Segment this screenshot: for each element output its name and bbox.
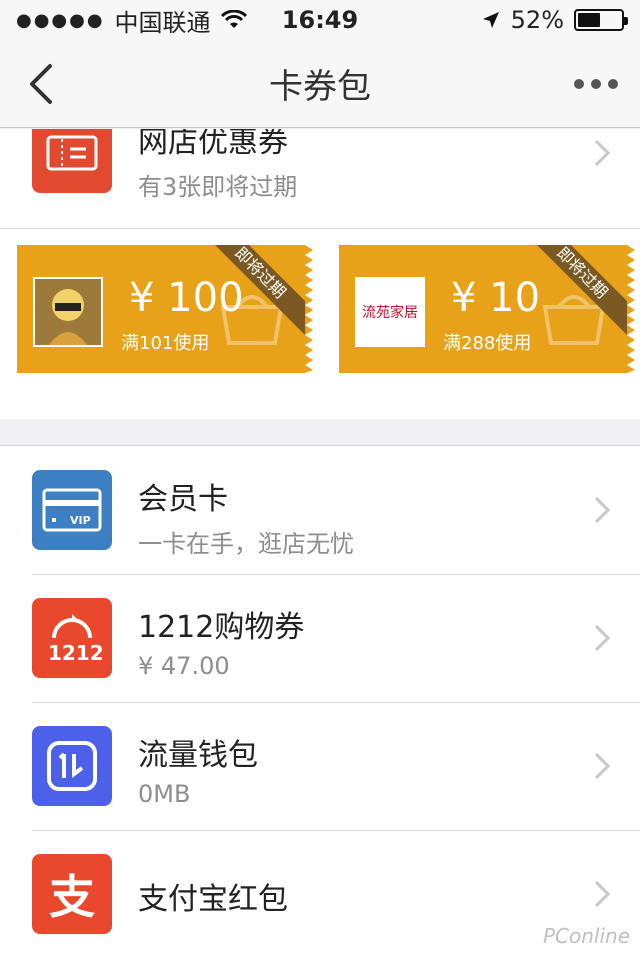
- shop-coupons-section: 网店优惠券 有3张即将过期 ¥ 100 满101使用 即将过期 流苑家居 ¥ 1…: [0, 129, 640, 419]
- expiring-ribbon: 即将过期: [215, 245, 305, 335]
- coupon-amount: ¥ 10: [451, 275, 541, 321]
- list-item-title: 支付宝红包: [138, 882, 288, 917]
- divider: [0, 228, 640, 229]
- wifi-icon: [220, 10, 247, 28]
- signal-icon: ●●●●●: [16, 9, 105, 31]
- svg-text:VIP: VIP: [70, 514, 91, 527]
- more-icon[interactable]: [574, 72, 618, 96]
- list-item-subtitle: 0MB: [138, 780, 191, 808]
- status-bar: ●●●●● 中国联通 16:49 52%: [0, 0, 640, 40]
- coupon-edge: [305, 245, 313, 373]
- list-item-title: 流量钱包: [138, 738, 258, 773]
- watermark: PConline: [542, 924, 630, 948]
- shop-coupons-row[interactable]: 网店优惠券 有3张即将过期: [0, 129, 640, 217]
- location-arrow-icon: [482, 12, 499, 28]
- wallet-list: VIP 会员卡 一卡在手，逛店无忧 1212 1212购物券 ¥ 47.00 流…: [0, 445, 640, 960]
- list-item-data-wallet[interactable]: 流量钱包 0MB: [0, 702, 640, 830]
- list-item-subtitle: 一卡在手，逛店无忧: [138, 530, 354, 558]
- coupon-card-2[interactable]: 流苑家居 ¥ 10 满288使用 即将过期: [339, 245, 635, 373]
- chevron-right-icon: [594, 880, 610, 908]
- alipay-redpacket-icon: 支: [32, 854, 112, 934]
- chevron-right-icon: [594, 139, 610, 167]
- ticket-icon: [32, 129, 112, 193]
- store-logo-2: 流苑家居: [355, 277, 425, 347]
- chevron-right-icon: [594, 752, 610, 780]
- carrier-label: 中国联通: [114, 8, 211, 37]
- vip-card-icon: VIP: [32, 470, 112, 550]
- back-chevron-icon[interactable]: [22, 62, 62, 106]
- coupon-condition: 满288使用: [443, 333, 532, 354]
- list-item-1212-coupon[interactable]: 1212 1212购物券 ¥ 47.00: [0, 574, 640, 702]
- shop-coupons-title: 网店优惠券: [138, 129, 288, 160]
- page-title: 卡券包: [269, 67, 371, 107]
- chevron-right-icon: [594, 496, 610, 524]
- battery-percent: 52%: [510, 6, 564, 34]
- coupon-card-1[interactable]: ¥ 100 满101使用 即将过期: [17, 245, 313, 373]
- list-item-title: 1212购物券: [138, 610, 305, 645]
- store-logo-1: [33, 277, 103, 347]
- svg-text:1212: 1212: [48, 641, 102, 665]
- coupon-edge: [627, 245, 635, 373]
- coupon-condition: 满101使用: [121, 333, 210, 354]
- list-item-title: 会员卡: [138, 482, 228, 517]
- list-item-vip-card[interactable]: VIP 会员卡 一卡在手，逛店无忧: [0, 446, 640, 574]
- data-wallet-icon: [32, 726, 112, 806]
- list-item-subtitle: ¥ 47.00: [138, 652, 230, 680]
- expiring-ribbon: 即将过期: [537, 245, 627, 335]
- 1212-icon: 1212: [32, 598, 112, 678]
- nav-bar: 卡券包: [0, 40, 640, 128]
- shop-coupons-subtitle: 有3张即将过期: [138, 173, 298, 201]
- battery-fill: [578, 13, 600, 27]
- battery-icon: [574, 9, 628, 31]
- chevron-right-icon: [594, 624, 610, 652]
- content-scroll[interactable]: 网店优惠券 有3张即将过期 ¥ 100 满101使用 即将过期 流苑家居 ¥ 1…: [0, 129, 640, 960]
